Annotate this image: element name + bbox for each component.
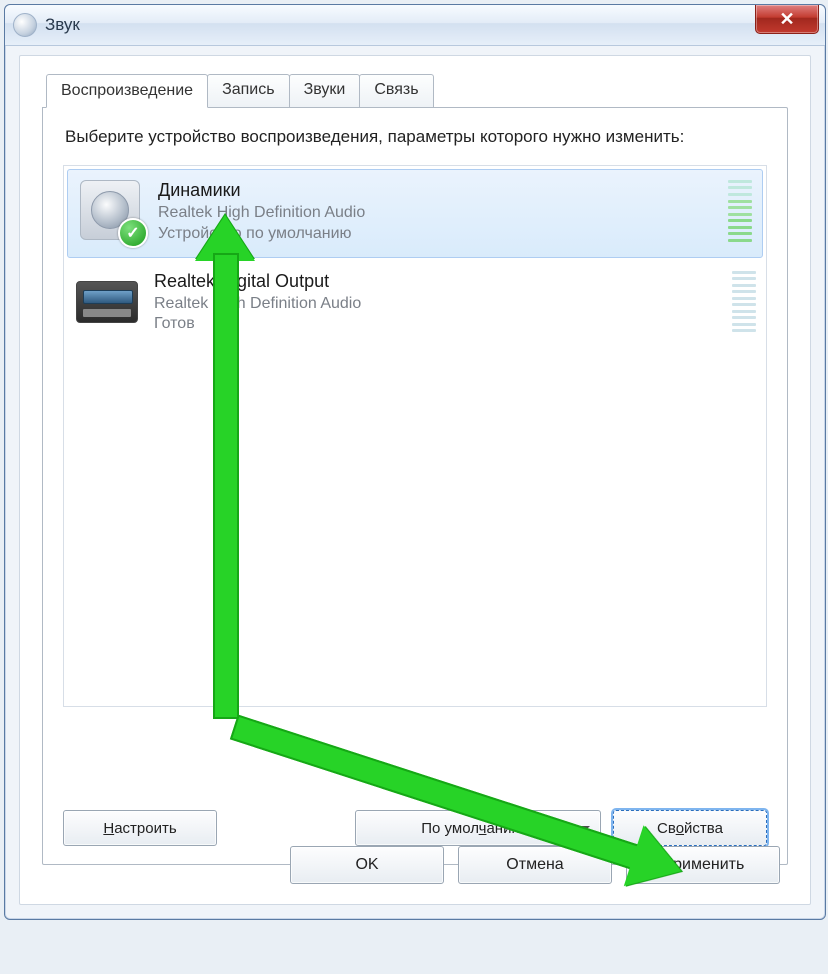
level-meter-icon bbox=[728, 180, 752, 242]
tab-button-row: Настроить По умолчанию Свойства bbox=[63, 810, 767, 846]
speaker-icon: ✓ bbox=[80, 180, 142, 242]
device-name: Динамики bbox=[158, 180, 752, 201]
close-icon: ✕ bbox=[779, 9, 794, 30]
apply-button[interactable]: Применить bbox=[626, 846, 780, 884]
device-driver: Realtek High Definition Audio bbox=[158, 203, 752, 224]
device-driver: Realtek High Definition Audio bbox=[154, 294, 756, 315]
set-default-dropdown[interactable]: По умолчанию bbox=[355, 810, 601, 846]
device-text: Динамики Realtek High Definition Audio У… bbox=[158, 180, 752, 245]
ok-button[interactable]: OK bbox=[290, 846, 444, 884]
device-status: Готов bbox=[154, 314, 756, 335]
sound-dialog-window: Звук ✕ Воспроизведение Запись Звуки Связ… bbox=[4, 4, 826, 920]
sound-icon bbox=[13, 13, 37, 37]
level-meter-icon bbox=[732, 271, 756, 333]
dialog-body: Воспроизведение Запись Звуки Связь Выбер… bbox=[19, 55, 811, 905]
tab-sounds[interactable]: Звуки bbox=[289, 74, 361, 107]
device-item-speakers[interactable]: ✓ Динамики Realtek High Definition Audio… bbox=[67, 169, 763, 258]
tab-playback[interactable]: Воспроизведение bbox=[46, 74, 208, 108]
dialog-button-row: OK Отмена Применить bbox=[290, 846, 780, 884]
close-button[interactable]: ✕ bbox=[755, 5, 819, 34]
device-name: Realtek Digital Output bbox=[154, 271, 756, 292]
device-status: Устройство по умолчанию bbox=[158, 224, 752, 245]
tab-page-playback: Выберите устройство воспроизведения, пар… bbox=[42, 107, 788, 865]
configure-button[interactable]: Настроить bbox=[63, 810, 217, 846]
window-title: Звук bbox=[45, 15, 80, 35]
default-check-icon: ✓ bbox=[118, 218, 148, 248]
device-list[interactable]: ✓ Динамики Realtek High Definition Audio… bbox=[63, 165, 767, 707]
device-item-digital-output[interactable]: Realtek Digital Output Realtek High Defi… bbox=[64, 261, 766, 348]
tab-record[interactable]: Запись bbox=[207, 74, 290, 107]
tab-strip: Воспроизведение Запись Звуки Связь bbox=[46, 74, 788, 107]
properties-button[interactable]: Свойства bbox=[613, 810, 767, 846]
cancel-button[interactable]: Отмена bbox=[458, 846, 612, 884]
digital-output-icon bbox=[76, 271, 138, 333]
tab-comm[interactable]: Связь bbox=[359, 74, 433, 107]
device-text: Realtek Digital Output Realtek High Defi… bbox=[154, 271, 756, 336]
instruction-text: Выберите устройство воспроизведения, пар… bbox=[65, 126, 767, 149]
titlebar: Звук ✕ bbox=[5, 5, 825, 46]
